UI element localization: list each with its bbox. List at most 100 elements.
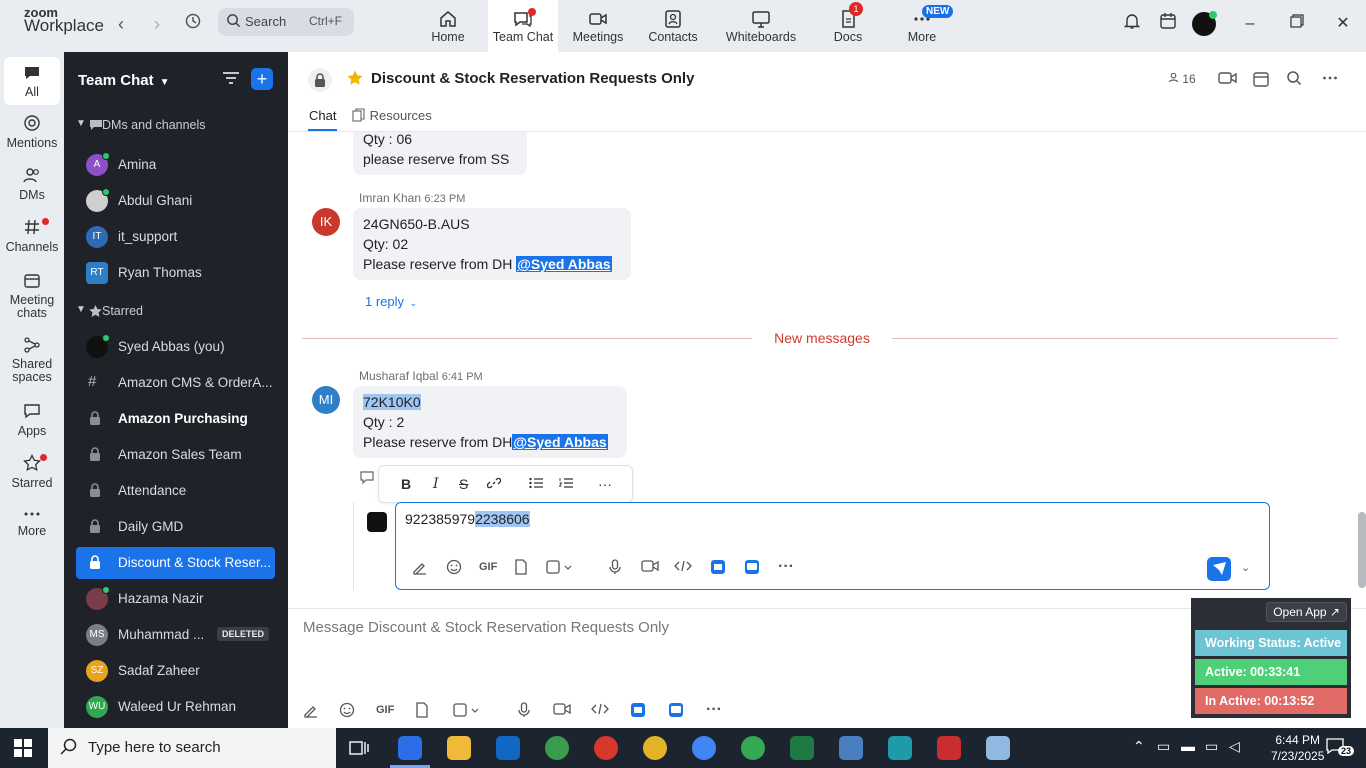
sidebar-item-amazon-purchasing[interactable]: Amazon Purchasing [76,403,275,435]
file-explorer-icon[interactable] [447,736,471,760]
rail-shared-spaces[interactable]: Shared spaces [4,336,60,384]
file-icon[interactable] [415,702,429,721]
microphone-icon[interactable] [609,559,621,578]
edit-message-input[interactable]: 9223859792238606 GIF ··· ⌄ [395,502,1270,590]
network-icon[interactable]: ▭ [1205,738,1218,755]
tab-whiteboards[interactable]: Whiteboards [723,0,799,52]
format-text-icon[interactable] [303,702,319,721]
rail-mentions[interactable]: Mentions [4,114,60,150]
calendar-icon[interactable] [1156,12,1180,36]
italic-button[interactable]: I [433,476,439,492]
forward-icon[interactable]: › [145,12,169,36]
calculator-icon[interactable] [839,736,863,760]
sidebar-item-ryan-thomas[interactable]: RT Ryan Thomas [76,257,275,289]
tab-home[interactable]: Home [418,0,478,52]
send-button[interactable] [1207,557,1231,581]
video-clip-icon[interactable] [641,559,659,576]
search-icon[interactable] [1286,70,1302,89]
restore-icon[interactable] [1285,12,1309,36]
emoji-icon[interactable] [339,702,355,721]
gif-button[interactable]: GIF [376,704,394,716]
windows-start-icon[interactable] [14,739,32,760]
sidebar-item-waleed-ur-rehman[interactable]: WU Waleed Ur Rehman [76,691,275,723]
star-icon[interactable] [346,69,364,90]
filter-icon[interactable] [222,70,240,89]
numbered-list-icon[interactable] [558,476,573,492]
sidebar-title[interactable]: Team Chat ▼ [78,72,169,89]
clock[interactable]: 6:44 PM 7/23/2025 [1271,732,1324,764]
new-chat-button[interactable]: + [251,68,273,90]
app-icon[interactable] [986,736,1010,760]
app-icon[interactable] [744,559,760,578]
chrome-icon[interactable] [594,736,618,760]
bell-icon[interactable] [1120,12,1144,36]
volume-icon[interactable]: ◁ [1229,738,1240,755]
sidebar-item-sadaf-zaheer[interactable]: SZ Sadaf Zaheer [76,655,275,687]
app-icon[interactable] [888,736,912,760]
rail-starred[interactable]: Starred [4,454,60,490]
gif-button[interactable]: GIF [479,561,497,573]
message-bubble[interactable]: 72K10K0 Qty : 2 Please reserve from DH@S… [353,386,627,458]
format-text-icon[interactable] [412,559,428,578]
edit-message-text[interactable]: 9223859792238606 [405,511,530,527]
mention[interactable]: @Syed Abbas [512,434,608,450]
channel-title[interactable]: Discount & Stock Reservation Requests On… [371,70,694,87]
chrome-icon[interactable] [643,736,667,760]
bullet-list-icon[interactable] [529,476,543,492]
scrollbar[interactable] [1358,512,1366,588]
app-icon[interactable] [668,702,684,721]
sidebar-item-abdul-ghani[interactable]: Abdul Ghani [76,185,275,217]
section-dms[interactable]: ▼ DMs and channels [76,110,275,142]
sidebar-item-hazama-nazir[interactable]: Hazama Nazir [76,583,275,615]
code-icon[interactable] [591,702,609,719]
rail-apps[interactable]: Apps [4,402,60,438]
more-options-icon[interactable]: ··· [778,558,794,576]
message-bubble[interactable]: Qty : 06 please reserve from SS [353,132,527,175]
chrome-icon[interactable] [692,736,716,760]
bold-button[interactable]: B [401,476,411,492]
tab-more[interactable]: NEW More [900,0,954,52]
link-icon[interactable] [486,476,502,493]
battery-icon[interactable]: ▬ [1181,738,1195,754]
avatar[interactable]: MI [312,386,340,414]
video-icon[interactable] [1218,70,1238,89]
app-icon[interactable] [630,702,646,721]
sidebar-item-syed-abbas[interactable]: Syed Abbas (you) [76,331,275,363]
sidebar-item-muhammad[interactable]: MS Muhammad ... DELETED [76,619,275,651]
message-bubble[interactable]: 24GN650-B.AUS Qty: 02 Please reserve fro… [353,208,631,280]
section-starred[interactable]: ▼ Starred [76,296,275,328]
sidebar-item-amazon-cms[interactable]: # Amazon CMS & OrderA... [76,367,275,399]
calendar-icon[interactable] [1252,70,1270,91]
video-clip-icon[interactable] [553,702,571,719]
taskbar-search[interactable]: Type here to search [48,728,336,768]
tab-resources[interactable]: Resources [352,108,432,123]
microphone-icon[interactable] [518,702,530,721]
strikethrough-button[interactable]: S [459,476,468,492]
tab-team-chat[interactable]: Team Chat [488,0,558,52]
tray-icon[interactable]: ▭ [1157,738,1170,755]
rail-all[interactable]: All [4,57,60,105]
tab-chat[interactable]: Chat [307,108,338,131]
back-icon[interactable]: ‹ [109,12,133,36]
open-app-button[interactable]: Open App ↗ [1266,602,1347,622]
tab-docs[interactable]: 1 Docs [828,0,868,52]
member-count[interactable]: 16 [1168,72,1196,86]
notification-icon[interactable]: 23 [1326,738,1355,757]
code-icon[interactable] [674,559,692,576]
zoom-taskbar-icon[interactable] [398,736,422,760]
rail-more[interactable]: More [4,508,60,538]
chrome-icon[interactable] [741,736,765,760]
outlook-icon[interactable] [496,736,520,760]
sidebar-item-discount-stock[interactable]: Discount & Stock Reser... [76,547,275,579]
sidebar-item-amina[interactable]: A Amina [76,149,275,181]
chevron-down-icon[interactable]: ⌄ [1241,561,1250,574]
tab-meetings[interactable]: Meetings [570,0,626,52]
more-options-icon[interactable]: ··· [598,476,612,492]
more-options-icon[interactable] [1322,70,1338,89]
composer-placeholder[interactable]: Message Discount & Stock Reservation Req… [303,619,669,636]
chrome-icon[interactable] [545,736,569,760]
rail-meeting-chats[interactable]: Meeting chats [4,272,60,320]
sidebar-item-it-support[interactable]: IT it_support [76,221,275,253]
screenshot-icon[interactable] [546,559,572,578]
filezilla-icon[interactable] [937,736,961,760]
